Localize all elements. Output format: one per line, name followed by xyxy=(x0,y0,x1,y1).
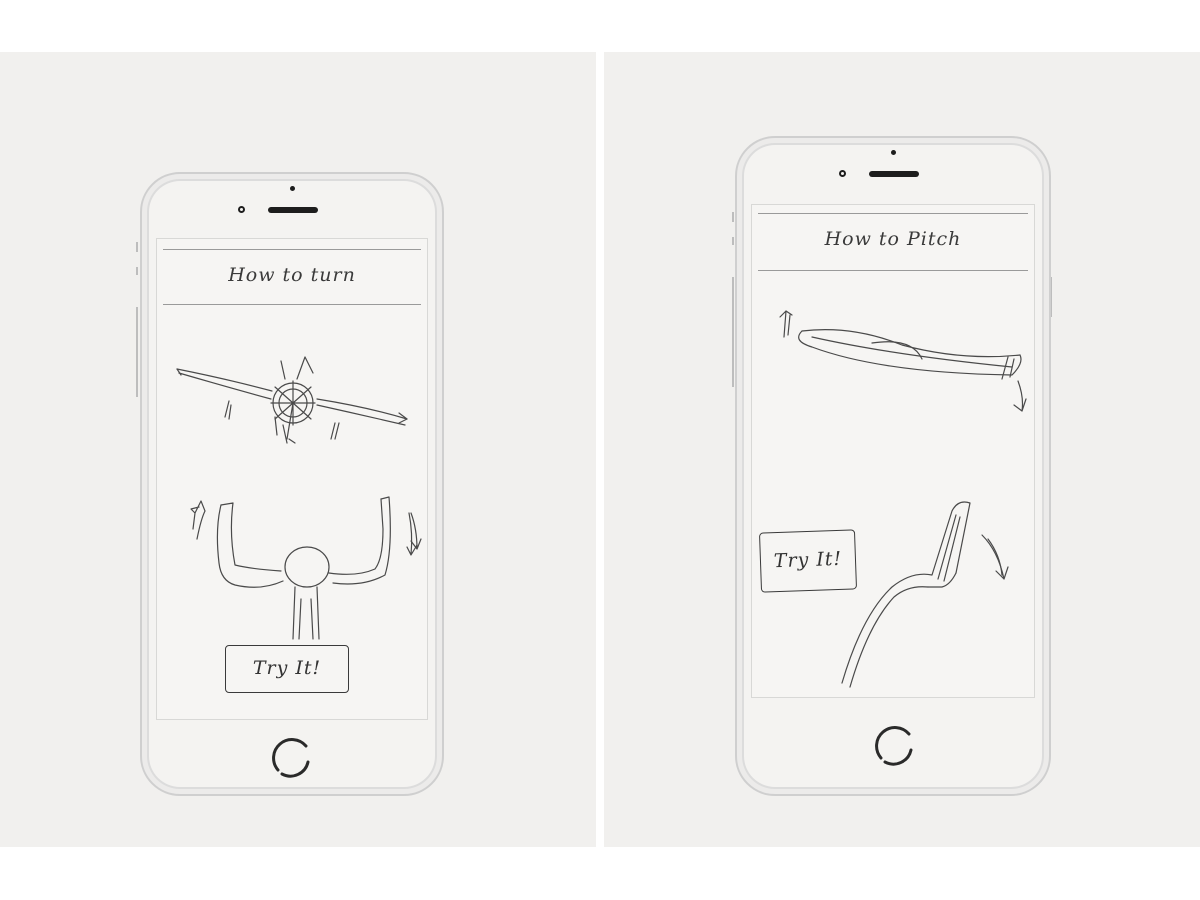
camera-icon xyxy=(238,206,245,213)
sensor-dot xyxy=(290,186,295,191)
side-button xyxy=(732,237,734,245)
phone-frame-turn: How to turn Try It! xyxy=(140,172,444,796)
paper-sheet-right: How to Pitch Try It! xyxy=(604,52,1200,847)
speaker-grille xyxy=(869,171,919,177)
control-stick-icon xyxy=(841,501,1009,688)
volume-button xyxy=(136,307,138,397)
home-button-icon[interactable] xyxy=(871,722,919,770)
side-button xyxy=(732,212,734,222)
page-title: How to turn xyxy=(228,264,356,286)
title-bar: How to Pitch xyxy=(758,213,1028,271)
volume-button xyxy=(732,277,734,387)
airplane-side-icon xyxy=(779,310,1027,412)
try-it-button[interactable]: Try It! xyxy=(758,529,858,593)
airplane-front-icon xyxy=(176,356,408,444)
phone-screen-pitch: How to Pitch Try It! xyxy=(751,204,1035,698)
title-bar: How to turn xyxy=(163,249,421,305)
side-button xyxy=(136,267,138,275)
sketch-photo-collage: How to turn Try It! How to Pitch Try It! xyxy=(0,0,1200,900)
camera-icon xyxy=(839,170,846,177)
sensor-dot xyxy=(891,150,896,155)
paper-sheet-left: How to turn Try It! xyxy=(0,52,596,847)
home-button-icon[interactable] xyxy=(268,734,316,782)
try-it-button[interactable]: Try It! xyxy=(225,645,349,693)
person-steering-icon xyxy=(190,496,422,640)
phone-screen-turn: How to turn Try It! xyxy=(156,238,428,720)
speaker-grille xyxy=(268,207,318,213)
side-button xyxy=(136,242,138,252)
phone-frame-pitch: How to Pitch Try It! xyxy=(735,136,1051,796)
page-title: How to Pitch xyxy=(824,228,962,250)
